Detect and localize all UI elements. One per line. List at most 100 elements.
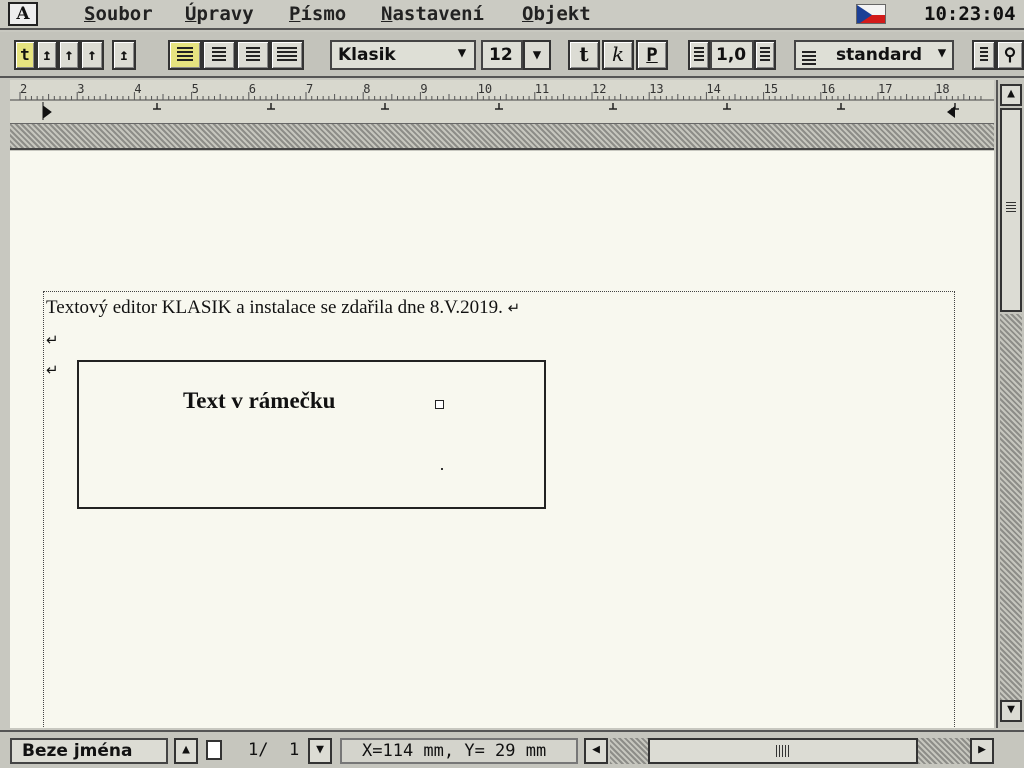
tab-stop-icon (837, 103, 845, 110)
left-margin-marker-icon (42, 102, 52, 120)
return-mark-icon: ↵ (46, 361, 59, 379)
ruler[interactable]: 2 3 4 5 6 7 8 9 10 11 12 13 14 15 16 17 18 (10, 80, 994, 124)
menu-soubor[interactable]: Soubor (84, 3, 153, 25)
horizontal-scroll-track[interactable] (610, 738, 648, 764)
page-view-button[interactable] (972, 40, 996, 70)
line-spacing-increase-button[interactable] (754, 40, 776, 70)
font-size-dropdown-icon[interactable]: ▼ (523, 40, 551, 70)
page-indicator: 1/ 1 (200, 738, 308, 764)
vertical-scrollbar[interactable]: ▲ ▼ (996, 80, 1024, 728)
page-down-icon[interactable]: ▼ (308, 738, 332, 764)
font-name-dropdown-icon[interactable]: ▼ (448, 40, 476, 70)
frame-handle-icon[interactable] (435, 400, 444, 409)
ruler-label: 16 (821, 82, 835, 96)
paragraph-style-dropdown-icon[interactable]: ▼ (928, 40, 956, 70)
menu-objekt[interactable]: Objekt (522, 3, 591, 25)
tab-stop-icon (495, 103, 503, 110)
align-right-button[interactable] (236, 40, 270, 70)
ruler-label: 15 (764, 82, 778, 96)
document-paragraph[interactable]: Textový editor KLASIK a instalace se zda… (46, 297, 520, 319)
page-margin-frame (43, 291, 955, 728)
ruler-label: 14 (706, 82, 720, 96)
indent-button-1[interactable]: t (14, 40, 36, 70)
indent-button-2[interactable]: ↥ (36, 40, 58, 70)
scroll-down-icon[interactable]: ▼ (1000, 700, 1022, 722)
magnifier-icon: ⚲ (1003, 45, 1017, 65)
czech-flag-icon[interactable] (856, 4, 886, 24)
horizontal-scroll-track[interactable] (918, 738, 970, 764)
ruler-label: 18 (935, 82, 949, 96)
ruler-scale: 2 3 4 5 6 7 8 9 10 11 12 13 14 15 16 17 18 (10, 82, 994, 120)
italic-button[interactable]: k (602, 40, 634, 70)
font-size-field[interactable]: 12 (481, 40, 523, 70)
menu-nastaveni[interactable]: Nastavení (381, 3, 484, 25)
status-bar: Beze jména ▲ 1/ 1 ▼ X=114 mm, Y= 29 mm ◀… (0, 730, 1024, 768)
paragraph-style-icon (802, 51, 816, 67)
align-left-button[interactable] (168, 40, 202, 70)
align-justify-button[interactable] (270, 40, 304, 70)
menu-upravy[interactable]: Úpravy (185, 3, 254, 25)
zoom-button[interactable]: ⚲ (996, 40, 1024, 70)
align-justify-icon (277, 47, 297, 63)
horizontal-scrollbar[interactable]: ◀ ▶ (584, 738, 996, 764)
ruler-label: 4 (134, 82, 141, 96)
line-spacing-icon (760, 47, 770, 63)
text-frame-content[interactable]: Text v rámečku (183, 388, 335, 414)
align-left-icon (177, 47, 193, 63)
cursor-coordinates: X=114 mm, Y= 29 mm (340, 738, 578, 764)
ruler-label: 2 (20, 82, 27, 96)
page-total: 1 (288, 740, 300, 760)
clock: 10:23:04 (924, 3, 1016, 25)
vertical-scroll-thumb[interactable] (1000, 108, 1022, 312)
frame-anchor-dot (441, 468, 443, 470)
text-frame[interactable]: Text v rámečku (77, 360, 546, 509)
tab-stop-icon (723, 103, 731, 110)
ruler-label: 13 (649, 82, 663, 96)
tab-stop-icon (609, 103, 617, 110)
tab-stop-icon (381, 103, 389, 110)
return-mark-icon: ↵ (507, 301, 521, 317)
indent-button-4[interactable]: ↑ (80, 40, 104, 70)
align-right-icon (246, 47, 260, 63)
line-spacing-icon (694, 47, 704, 63)
scroll-right-icon[interactable]: ▶ (970, 738, 994, 764)
ruler-label: 6 (249, 82, 256, 96)
tab-stop-icon (267, 103, 275, 110)
page-icon (980, 47, 988, 63)
align-center-button[interactable] (202, 40, 236, 70)
page-icon (206, 740, 222, 760)
ruler-label: 10 (478, 82, 492, 96)
ruler-label: 11 (535, 82, 549, 96)
line-spacing-decrease-button[interactable] (688, 40, 710, 70)
underline-button[interactable]: P (636, 40, 668, 70)
tab-stop-icon (153, 103, 161, 110)
scroll-up-icon[interactable]: ▲ (1000, 84, 1022, 106)
menu-bar: A Soubor Úpravy Písmo Nastavení Objekt 1… (0, 0, 1024, 30)
return-mark-icon: ↵ (46, 331, 59, 349)
indent-button-5[interactable]: ↥ (112, 40, 136, 70)
page-up-icon[interactable]: ▲ (174, 738, 198, 764)
ruler-label: 12 (592, 82, 606, 96)
ruler-label: 8 (363, 82, 370, 96)
paragraph-text[interactable]: Textový editor KLASIK a instalace se zda… (46, 297, 503, 318)
document-page[interactable]: Textový editor KLASIK a instalace se zda… (10, 151, 994, 728)
toolbar: t ↥ ↑ ↑ ↥ Klasik ▼ 12 ▼ t k P 1,0 standa… (0, 32, 1024, 78)
indent-button-3[interactable]: ↑ (58, 40, 80, 70)
right-margin-marker-icon (947, 106, 955, 118)
horizontal-scroll-thumb[interactable] (648, 738, 918, 764)
ruler-label: 3 (77, 82, 84, 96)
bold-button[interactable]: t (568, 40, 600, 70)
ruler-label: 17 (878, 82, 892, 96)
vertical-scroll-track[interactable] (1000, 314, 1022, 700)
ruler-margin-band (10, 124, 994, 150)
menu-pismo[interactable]: Písmo (289, 3, 346, 25)
ruler-label: 7 (306, 82, 313, 96)
document-name: Beze jména (10, 738, 168, 764)
scroll-left-icon[interactable]: ◀ (584, 738, 608, 764)
app-logo-icon[interactable]: A (8, 2, 38, 26)
page-current: 1/ (248, 740, 269, 760)
ruler-label: 5 (192, 82, 199, 96)
ruler-label: 9 (420, 82, 427, 96)
align-center-icon (212, 47, 226, 63)
line-spacing-field[interactable]: 1,0 (710, 40, 754, 70)
